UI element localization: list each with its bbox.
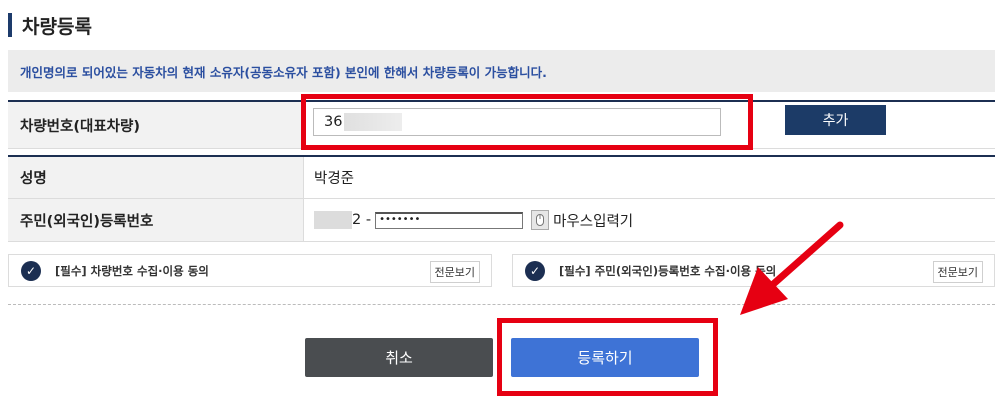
consent-item-vehicle: ✓ [필수] 차량번호 수집·이용 동의 전문보기 — [8, 254, 492, 287]
page-title: 차량등록 — [22, 15, 92, 38]
notice-banner: 개인명의로 되어있는 자동차의 현재 소유자(공동소유자 포함) 본인에 한해서… — [8, 50, 995, 92]
id-visible-suffix: 2 - — [352, 212, 372, 228]
id-label: 주민(외국인)등록번호 — [8, 199, 304, 241]
id-cell: 2 - ••••••• 마우스입력기 — [304, 199, 995, 241]
add-vehicle-button[interactable]: 추가 — [785, 105, 886, 135]
name-row: 성명 박경준 — [8, 157, 995, 199]
highlight-box-vehicle-input — [301, 94, 753, 150]
check-circle-icon[interactable]: ✓ — [525, 260, 545, 281]
view-full-text-button-id[interactable]: 전문보기 — [932, 261, 983, 283]
notice-text: 개인명의로 되어있는 자동차의 현재 소유자(공동소유자 포함) 본인에 한해서… — [20, 64, 547, 80]
name-label: 성명 — [8, 157, 304, 198]
view-full-text-button-vehicle[interactable]: 전문보기 — [429, 261, 480, 283]
vehicle-number-label: 차량번호(대표차량) — [8, 102, 304, 148]
mouse-icon[interactable] — [531, 210, 550, 230]
blurred-id-front — [314, 211, 352, 229]
check-circle-icon[interactable]: ✓ — [21, 260, 41, 281]
name-value: 박경준 — [314, 171, 355, 187]
red-arrow-icon — [740, 221, 844, 315]
consent-label-vehicle: [필수] 차량번호 수집·이용 동의 — [55, 263, 209, 278]
mouse-input-label[interactable]: 마우스입력기 — [553, 210, 633, 231]
id-back-password-field[interactable]: ••••••• — [375, 211, 524, 229]
title-accent-bar — [8, 13, 12, 37]
page-title-block: 차량등록 — [8, 12, 92, 38]
cancel-button[interactable]: 취소 — [305, 338, 493, 377]
highlight-box-register-button — [497, 318, 718, 396]
